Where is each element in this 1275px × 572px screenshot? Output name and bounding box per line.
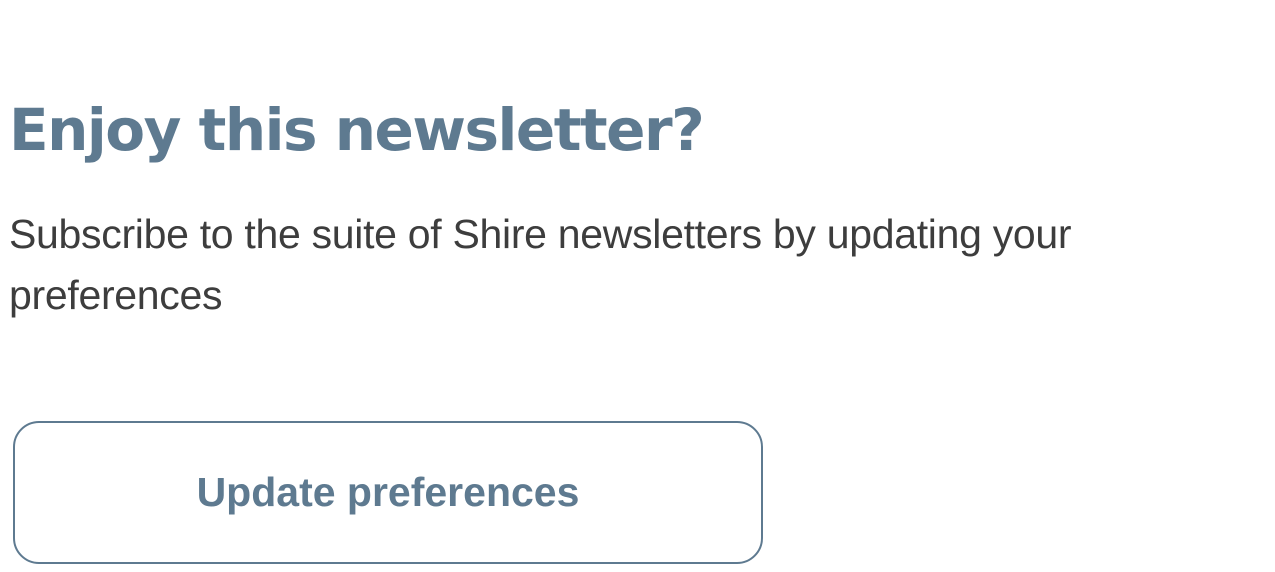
promo-title: Enjoy this newsletter? (9, 96, 705, 164)
update-preferences-button[interactable]: Update preferences (13, 421, 763, 564)
promo-description: Subscribe to the suite of Shire newslett… (9, 211, 1072, 318)
newsletter-promo-card: Enjoy this newsletter? Subscribe to the … (0, 0, 1275, 572)
